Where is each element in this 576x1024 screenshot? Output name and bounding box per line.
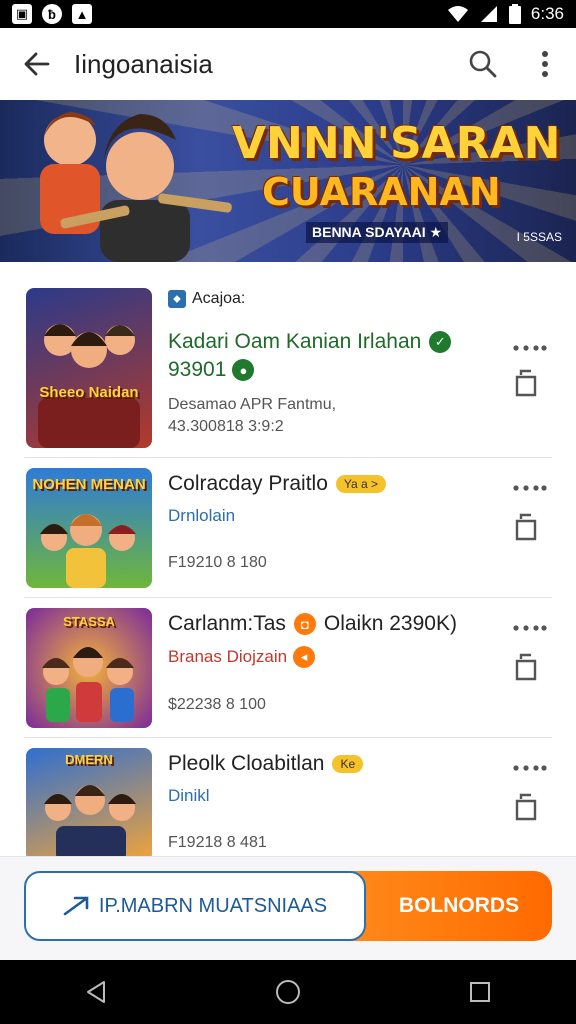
arrow-left-icon: [24, 52, 50, 76]
more-vertical-icon: [542, 51, 548, 77]
thumbnail-label: STASSA: [63, 614, 115, 629]
share-icon: [515, 793, 537, 821]
item-more-button[interactable]: [508, 336, 552, 360]
image-icon: ▣: [12, 4, 32, 24]
app-bar: Iingoanaisia: [0, 28, 576, 100]
item-more-button[interactable]: [508, 616, 552, 640]
game-thumbnail[interactable]: NOHEN MENAN: [26, 468, 152, 588]
primary-action-label: IP.MABRN MUATSNIAAS: [98, 894, 328, 917]
item-more-button[interactable]: [508, 476, 552, 500]
back-button[interactable]: [0, 28, 74, 100]
item-badge: Ya a >: [335, 475, 387, 493]
send-icon: [63, 896, 89, 916]
wifi-icon: [447, 6, 468, 22]
item-meta-1: $22238 8 100: [168, 696, 266, 713]
item-meta-1: Desamao APR Fantmu,: [168, 396, 337, 413]
nav-back-icon: [87, 981, 105, 1003]
arrow-circle-icon: ◂: [293, 646, 316, 668]
banner-title-line1: VNNN'SARAN: [232, 118, 561, 169]
item-title: Pleolk Cloabitlan Ke: [168, 752, 468, 776]
thumbnail-label: Sheeo Naidan: [39, 384, 139, 401]
status-bar: ▣ ƀ ▲ 6:36: [0, 0, 576, 28]
share-icon: [515, 369, 537, 397]
nav-recents-button[interactable]: [450, 962, 510, 1022]
thumbnail-label: NOHEN MENAN: [32, 476, 146, 493]
more-horizontal-icon: [513, 485, 547, 491]
item-subtitle: Drnlolain: [168, 506, 236, 525]
primary-action-button[interactable]: IP.MABRN MUATSNIAAS: [24, 871, 366, 941]
item-badge: Ke: [332, 755, 364, 773]
photo-icon: ▲: [72, 4, 92, 24]
status-time: 6:36: [530, 4, 564, 23]
battery-icon: [508, 4, 521, 24]
thumbnail-label: DMERN: [65, 752, 113, 767]
more-horizontal-icon: [513, 345, 547, 351]
verified-icon: ✓: [429, 331, 452, 353]
banner-corner-text: I 5SSAS: [516, 230, 562, 244]
item-subtitle: Dinikl: [168, 786, 210, 805]
item-meta-2: 43.300818 3:9:2: [168, 418, 284, 435]
item-more-button[interactable]: [508, 756, 552, 780]
signal-icon: [480, 6, 497, 22]
item-meta-1: F19218 8 481: [168, 834, 267, 851]
overflow-menu-button[interactable]: [514, 28, 576, 100]
list-item[interactable]: Sheeo Naidan ⬥ Acajoa: Kadari Oam Kanian…: [24, 262, 552, 458]
banner-title-line2: CUARANAN: [262, 170, 501, 214]
nav-back-button[interactable]: [66, 962, 126, 1022]
game-thumbnail[interactable]: Sheeo Naidan: [26, 288, 152, 448]
banner-characters-illustration: [40, 112, 232, 262]
search-icon: [469, 50, 497, 78]
coin-icon: ◘: [293, 613, 316, 635]
more-horizontal-icon: [513, 625, 547, 631]
list-item[interactable]: DMERN Pleolk Cloabitlan Ke Dinikl F19218…: [24, 738, 552, 862]
item-title: Kadari Oam Kanian Irlahan ✓: [168, 330, 468, 354]
item-share-button[interactable]: [506, 362, 546, 402]
item-title: Colracday Praitlo Ya a >: [168, 472, 468, 496]
list-item[interactable]: STASSA Carlanm:Tas ◘ Olaikn 2390K) Brana…: [24, 598, 552, 738]
item-title-extra: Olaikn 2390K): [323, 612, 457, 635]
secondary-action-button[interactable]: BOLNORDS: [346, 871, 552, 941]
search-button[interactable]: [452, 28, 514, 100]
game-thumbnail[interactable]: DMERN: [26, 748, 152, 862]
share-icon: [515, 513, 537, 541]
nav-home-button[interactable]: [258, 962, 318, 1022]
bottom-action-bar: BOLNORDS IP.MABRN MUATSNIAAS: [0, 856, 576, 960]
game-thumbnail[interactable]: STASSA: [26, 608, 152, 728]
item-subtitle: 93901 ●: [168, 358, 468, 382]
check-circle-icon: ●: [232, 359, 255, 381]
secondary-action-label: BOLNORDS: [398, 894, 520, 917]
promo-banner[interactable]: VNNN'SARAN CUARANAN BENNA SDAYAAI ★ I 5S…: [0, 100, 576, 262]
game-list: Sheeo Naidan ⬥ Acajoa: Kadari Oam Kanian…: [0, 262, 576, 862]
item-meta-1: F19210 8 180: [168, 554, 267, 571]
nav-home-icon: [276, 980, 300, 1004]
nav-recents-icon: [470, 982, 490, 1002]
item-share-button[interactable]: [506, 786, 546, 826]
page-title: Iingoanaisia: [74, 48, 213, 79]
location-pin-icon: ⬥: [168, 290, 186, 308]
item-title: Carlanm:Tas ◘ Olaikn 2390K): [168, 612, 457, 635]
item-share-button[interactable]: [506, 646, 546, 686]
banner-subtitle: BENNA SDAYAAI ★: [306, 222, 449, 243]
list-item[interactable]: NOHEN MENAN Colracday Praitlo Ya a > Drn…: [24, 458, 552, 598]
item-subtitle: Branas Diojzain ◂: [168, 646, 508, 668]
system-nav-bar: [0, 960, 576, 1024]
item-share-button[interactable]: [506, 506, 546, 546]
share-icon: [515, 653, 537, 681]
alpha-icon: ƀ: [42, 4, 62, 24]
pin-label: Acajoa:: [192, 290, 246, 307]
more-horizontal-icon: [513, 765, 547, 771]
